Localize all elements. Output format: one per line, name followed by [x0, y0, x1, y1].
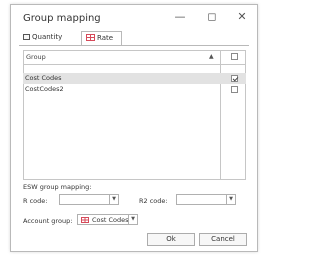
minimize-icon[interactable]: — — [171, 9, 189, 25]
group-column-header[interactable]: Group — [26, 53, 46, 61]
chevron-down-icon[interactable]: ▼ — [109, 195, 118, 204]
r2-code-dropdown[interactable]: ▼ — [176, 194, 236, 205]
row-checkbox-costcodes2[interactable] — [231, 86, 238, 93]
tab-divider — [19, 45, 249, 46]
dialog-title: Group mapping — [23, 13, 101, 24]
account-group-value: Cost Codes — [92, 216, 129, 224]
r-code-label: R code: — [23, 197, 48, 205]
group-mapping-dialog: Group mapping — ◻ ✕ Quantity Rate Group … — [10, 4, 258, 252]
title-bar: Group mapping — ◻ ✕ — [11, 5, 257, 30]
select-all-checkbox[interactable] — [231, 53, 238, 60]
rate-table-icon — [81, 217, 89, 223]
r2-code-label: R2 code: — [139, 197, 168, 205]
account-group-dropdown[interactable]: Cost Codes ▼ — [77, 214, 138, 225]
cancel-button[interactable]: Cancel — [199, 233, 247, 246]
rate-table-icon — [86, 34, 95, 41]
group-grid[interactable]: Group ▲ — [23, 50, 221, 180]
row-label: Cost Codes — [25, 74, 62, 82]
tab-quantity[interactable]: Quantity — [19, 31, 69, 45]
tab-rate[interactable]: Rate — [81, 31, 122, 45]
ok-button[interactable]: Ok — [147, 233, 195, 246]
grid-row-costcodes2[interactable]: CostCodes2 — [23, 84, 246, 95]
grid-header: Group ▲ — [24, 51, 220, 65]
sort-ascending-icon[interactable]: ▲ — [209, 53, 214, 60]
check-column — [221, 50, 246, 180]
close-icon[interactable]: ✕ — [233, 9, 251, 25]
row-label: CostCodes2 — [25, 85, 64, 93]
quantity-icon — [23, 34, 30, 40]
account-group-label: Account group: — [23, 217, 73, 225]
r-code-dropdown[interactable]: ▼ — [59, 194, 119, 205]
chevron-down-icon[interactable]: ▼ — [128, 215, 137, 224]
tab-quantity-label: Quantity — [32, 33, 63, 41]
maximize-icon[interactable]: ◻ — [203, 9, 221, 25]
chevron-down-icon[interactable]: ▼ — [226, 195, 235, 204]
tab-rate-label: Rate — [97, 34, 114, 42]
row-checkbox-cost-codes[interactable] — [231, 75, 238, 82]
esw-group-mapping-label: ESW group mapping: — [23, 183, 92, 191]
grid-row-cost-codes[interactable]: Cost Codes — [23, 73, 246, 84]
